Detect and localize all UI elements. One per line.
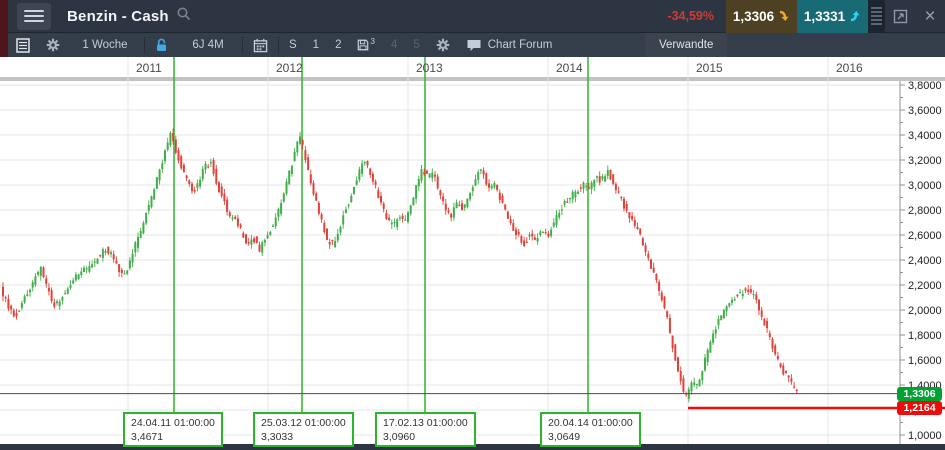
search-icon[interactable] <box>176 6 192 27</box>
year-label: 2014 <box>556 61 583 75</box>
svg-text:3,8000: 3,8000 <box>908 80 942 92</box>
annotation-value: 3,0960 <box>383 431 416 443</box>
svg-text:2,2000: 2,2000 <box>908 280 942 292</box>
year-label: 2011 <box>136 61 162 75</box>
template-button-s[interactable]: S <box>281 33 305 57</box>
arrow-up-icon <box>851 11 860 22</box>
annotation-datetime: 24.04.11 01:00:00 <box>131 417 215 429</box>
arrow-down-icon <box>780 10 789 21</box>
drag-grip-icon[interactable] <box>868 0 885 33</box>
svg-text:2,8000: 2,8000 <box>908 205 942 217</box>
titlebar: Benzin - Cash -34,59% 1,3306 1,3331 × <box>8 0 945 33</box>
change-percent: -34,59% <box>667 9 714 23</box>
template-button-5[interactable]: 5 <box>405 33 427 57</box>
year-label: 2016 <box>836 61 863 75</box>
list-icon <box>16 37 30 53</box>
lock-icon <box>157 38 166 51</box>
last-price-badge: 1,3306 <box>897 387 942 401</box>
annotation-value: 3,4671 <box>131 431 164 443</box>
detach-window-button[interactable] <box>887 3 913 29</box>
chart-window: 3,8000 3,6000 3,4000 3,2000 3,0000 2,8000 2,60… <box>0 0 945 450</box>
save-slot-number: 3 <box>370 36 375 46</box>
svg-text:3,6000: 3,6000 <box>908 105 942 117</box>
close-icon: × <box>924 5 936 27</box>
svg-text:2,0000: 2,0000 <box>908 305 942 317</box>
annotation-datetime: 17.02.13 01:00:00 <box>383 417 468 429</box>
template-button-4[interactable]: 4 <box>383 33 405 57</box>
annotation-value: 3,0649 <box>548 431 581 443</box>
svg-text:3,2000: 3,2000 <box>908 155 942 167</box>
gear-icon <box>436 38 450 52</box>
save-template-button[interactable]: 3 <box>349 33 382 57</box>
year-label: 2013 <box>416 61 443 75</box>
year-label: 2015 <box>696 61 723 75</box>
chart-toolbar: 1 Woche 6J 4M S 1 2 3 4 5 Chart Forum Ve… <box>8 33 945 57</box>
svg-text:1,8000: 1,8000 <box>908 330 942 342</box>
svg-text:1,6000: 1,6000 <box>908 355 942 367</box>
bid-price-button[interactable]: 1,3306 <box>726 0 797 33</box>
annotation-value: 3,3033 <box>261 431 294 443</box>
quote-list-button[interactable] <box>8 33 38 57</box>
settings-button[interactable] <box>38 33 68 57</box>
template-button-2[interactable]: 2 <box>327 33 349 57</box>
svg-text:2,4000: 2,4000 <box>908 255 942 267</box>
speech-bubble-icon <box>467 40 481 51</box>
save-icon <box>358 39 369 51</box>
chart-settings-button[interactable] <box>428 33 458 57</box>
chart-annotation[interactable]: 20.04.14 01:00:00 3,0649 <box>540 412 641 447</box>
calendar-icon <box>253 38 268 52</box>
year-label: 2012 <box>276 61 303 75</box>
gear-icon <box>46 38 60 52</box>
ask-price: 1,3331 <box>803 8 846 24</box>
chart-forum-button[interactable] <box>458 33 486 57</box>
lock-button[interactable] <box>147 33 176 57</box>
svg-text:3,4000: 3,4000 <box>908 130 942 142</box>
background-window-edge <box>0 0 8 57</box>
chart-annotation[interactable]: 17.02.13 01:00:00 3,0960 <box>375 412 476 447</box>
annotation-datetime: 25.03.12 01:00:00 <box>261 417 346 429</box>
instrument-title: Benzin - Cash <box>67 7 169 25</box>
related-button[interactable]: Verwandte <box>645 33 728 57</box>
template-button-1[interactable]: 1 <box>305 33 327 57</box>
bid-price: 1,3306 <box>732 8 775 24</box>
svg-text:1,0000: 1,0000 <box>908 430 942 442</box>
menu-button[interactable] <box>17 2 51 30</box>
range-select[interactable]: 6J 4M <box>176 33 240 57</box>
svg-text:2,6000: 2,6000 <box>908 230 942 242</box>
svg-text:3,0000: 3,0000 <box>908 180 942 192</box>
support-price-badge: 1,2164 <box>897 401 942 415</box>
annotation-datetime: 20.04.14 01:00:00 <box>548 417 633 429</box>
close-button[interactable]: × <box>917 3 943 29</box>
calendar-button[interactable] <box>245 33 276 57</box>
ask-price-button[interactable]: 1,3331 <box>797 0 868 33</box>
chart-forum-label[interactable]: Chart Forum <box>486 33 561 57</box>
chart-annotation[interactable]: 25.03.12 01:00:00 3,3033 <box>253 412 354 447</box>
interval-select[interactable]: 1 Woche <box>68 33 142 57</box>
chart-annotation[interactable]: 24.04.11 01:00:00 3,4671 <box>123 412 223 447</box>
